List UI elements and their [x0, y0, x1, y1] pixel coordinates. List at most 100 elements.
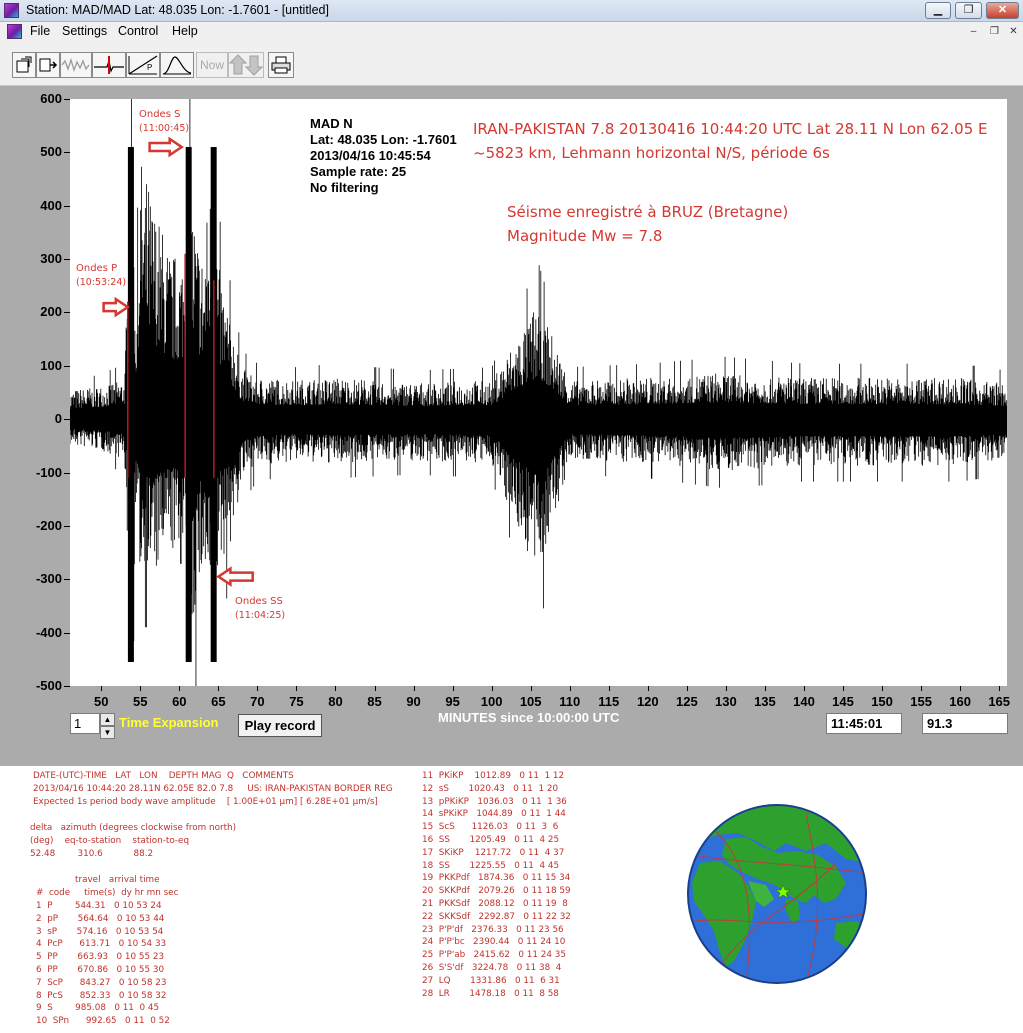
save-file-icon[interactable] — [36, 52, 60, 78]
up-down-arrows-icon[interactable] — [228, 52, 264, 78]
event-title-line1: IRAN-PAKISTAN 7.8 20130416 10:44:20 UTC … — [473, 120, 988, 138]
x-tick — [999, 686, 1001, 691]
maximize-button[interactable]: ❐ — [955, 2, 982, 19]
pick-icon[interactable] — [92, 52, 126, 78]
close-button[interactable]: ✕ — [986, 2, 1019, 19]
phase-row: 7 ScP 843.27 0 10 58 23 — [36, 977, 167, 988]
x-tick — [960, 686, 962, 691]
phase-row: 5 PP 663.93 0 10 55 23 — [36, 952, 165, 963]
y-tick — [64, 99, 70, 100]
x-tick — [257, 686, 259, 691]
open-file-icon[interactable] — [12, 52, 36, 78]
menu-settings[interactable]: Settings — [62, 24, 107, 38]
seismograph-app: Station: MAD/MAD Lat: 48.035 Lon: -1.760… — [0, 0, 1023, 1033]
spin-up-button[interactable]: ▲ — [100, 713, 115, 726]
ondes-p-arrow-icon — [102, 296, 131, 318]
delta-values: 52.48 310.6 88.2 — [30, 849, 154, 859]
phase-row: 18 SS 1225.55 0 11 4 45 — [422, 860, 560, 871]
x-tick-label: 135 — [754, 694, 776, 709]
mdi-close-button[interactable]: ✕ — [1006, 25, 1021, 39]
mdi-restore-button[interactable]: ❐ — [987, 25, 1002, 39]
mdi-minimize-button[interactable]: – — [966, 25, 981, 39]
x-tick — [530, 686, 532, 691]
x-tick — [569, 686, 571, 691]
phase-row: 9 S 985.08 0 11 0 45 — [36, 1003, 160, 1014]
phase-row: 28 LR 1478.18 0 11 8 58 — [422, 988, 559, 999]
x-tick — [179, 686, 181, 691]
menu-control[interactable]: Control — [118, 24, 158, 38]
minimize-button[interactable]: ▁ — [925, 2, 951, 19]
y-tick — [64, 205, 70, 207]
spin-down-button[interactable]: ▼ — [100, 726, 115, 739]
svg-text:P: P — [147, 63, 152, 72]
y-tick — [64, 579, 70, 581]
x-tick — [218, 686, 220, 691]
globe-map — [687, 804, 867, 984]
y-tick-label: 0 — [54, 411, 62, 427]
x-tick-label: 115 — [598, 694, 620, 709]
phase-row: 8 PcS 852.33 0 10 58 32 — [36, 990, 167, 1001]
event-title-line2: ~5823 km, Lehmann horizontal N/S, périod… — [473, 144, 830, 162]
x-tick — [335, 686, 337, 691]
x-tick-label: 100 — [480, 694, 503, 709]
phase-row: 27 LQ 1331.86 0 11 6 31 — [422, 975, 560, 986]
seismogram-plot[interactable]: MAD N Lat: 48.035 Lon: -1.7601 2013/04/1… — [70, 99, 1007, 686]
saturated-burst-bar — [185, 147, 192, 662]
waveform-icon[interactable] — [60, 52, 92, 78]
x-tick-label: 50 — [93, 694, 109, 709]
x-tick-label: 120 — [636, 694, 659, 709]
phase-row: 22 SKKSdf 2292.87 0 11 22 32 — [422, 911, 571, 922]
x-tick-label: 70 — [250, 694, 265, 709]
y-tick — [64, 152, 70, 154]
phase-row: 21 PKKSdf 2088.12 0 11 19 8 — [422, 899, 568, 909]
document-icon[interactable] — [7, 24, 22, 39]
phase-row: 12 sS 1020.43 0 11 1 20 — [422, 783, 559, 794]
x-tick — [413, 686, 415, 691]
bruz-line2: Magnitude Mw = 7.8 — [507, 227, 663, 245]
print-icon[interactable] — [268, 52, 294, 78]
ondes-ss-arrow-icon — [216, 566, 254, 587]
x-tick-label: 75 — [289, 694, 304, 709]
time-expansion-input[interactable]: 1 — [70, 713, 100, 734]
x-tick-label: 125 — [675, 694, 698, 709]
station-line4: Sample rate: 25 — [310, 164, 407, 179]
y-tick — [64, 632, 70, 634]
y-tick — [64, 472, 70, 474]
x-tick-label: 90 — [406, 694, 421, 709]
x-tick — [491, 686, 493, 691]
x-tick — [647, 686, 649, 691]
play-record-button[interactable]: Play record — [238, 714, 322, 737]
x-tick — [608, 686, 610, 691]
phase-row: 3 sP 574.16 0 10 53 54 — [36, 926, 164, 937]
x-tick-label: 105 — [519, 694, 542, 709]
x-tick-label: 85 — [367, 694, 382, 709]
y-tick — [64, 686, 70, 687]
x-tick — [374, 686, 376, 691]
menu-bar: File Settings Control Help – ❐ ✕ — [0, 22, 1023, 42]
now-button[interactable]: Now — [196, 52, 228, 78]
travel-time-icon[interactable]: P — [126, 52, 160, 78]
toolbar: P Now — [0, 42, 1023, 86]
ondes-p-time: (10:53:24) — [76, 277, 127, 288]
station-line2: Lat: 48.035 Lon: -1.7601 — [310, 132, 457, 147]
y-tick-label: 300 — [40, 251, 62, 267]
x-tick-label: 145 — [832, 694, 854, 709]
x-tick-label: 110 — [559, 694, 581, 709]
x-tick-label: 130 — [715, 694, 737, 709]
menu-file[interactable]: File — [30, 24, 50, 38]
x-tick — [101, 686, 103, 691]
spectrum-icon[interactable] — [160, 52, 194, 78]
x-tick-label: 60 — [172, 694, 187, 709]
ondes-ss-time: (11:04:25) — [235, 610, 286, 621]
phase-row: 25 P'P'ab 2415.62 0 11 24 35 — [422, 950, 566, 961]
x-tick-label: 95 — [445, 694, 460, 709]
x-tick-label: 55 — [133, 694, 148, 709]
y-tick-label: 400 — [40, 197, 62, 213]
ondes-s-label: Ondes S — [139, 109, 181, 120]
saturated-burst-bar — [127, 147, 134, 662]
x-tick — [686, 686, 688, 691]
menu-help[interactable]: Help — [172, 24, 198, 38]
phase-row: 4 PcP 613.71 0 10 54 33 — [36, 939, 167, 950]
phase-row: 19 PKKPdf 1874.36 0 11 15 34 — [422, 873, 571, 884]
time-readout: 11:45:01 — [826, 713, 902, 734]
